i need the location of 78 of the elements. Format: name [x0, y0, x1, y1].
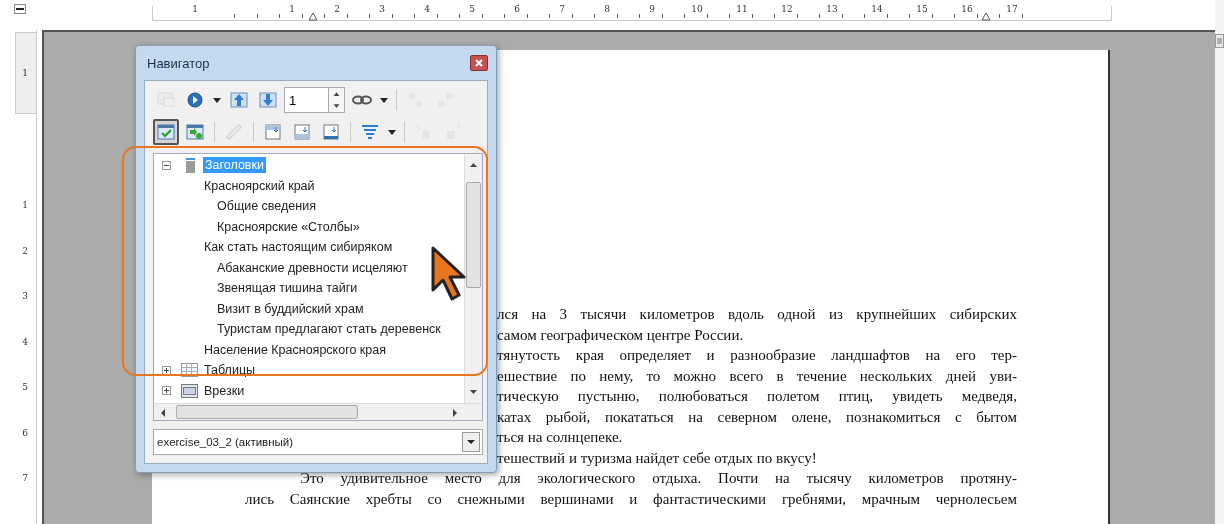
indent-marker-icon[interactable]	[308, 12, 318, 21]
tree-item[interactable]: Как стать настоящим сибиряком	[202, 239, 395, 256]
vertical-scrollbar[interactable]	[464, 154, 482, 403]
collapse-icon[interactable]	[162, 160, 171, 170]
ruler-number: 2	[21, 245, 29, 256]
ruler-number: 6	[21, 427, 29, 438]
footer-page-icon	[292, 122, 312, 142]
expand-icon[interactable]	[162, 365, 171, 375]
scroll-thumb[interactable]	[176, 405, 358, 419]
ruler-number: 12	[781, 4, 793, 14]
navigation-icon	[185, 90, 205, 110]
heading-icon	[186, 157, 195, 173]
document-text-line: тешествий и туризма найдет себе отдых по вкусу!	[497, 449, 818, 468]
caret-icon	[380, 97, 388, 103]
header-page-icon	[263, 122, 283, 142]
document-text-line: тянутость края определяет и разнообразие ландшафтов на его тер-	[497, 347, 1017, 365]
tree-item[interactable]: Население Красноярского края	[202, 341, 388, 358]
tree-item[interactable]: Таблицы	[202, 362, 258, 379]
ruler-number: 9	[649, 4, 655, 14]
ruler-number: 16	[961, 4, 973, 14]
ruler-number: 1	[21, 68, 29, 78]
page-anchor-icon	[321, 122, 341, 142]
ruler-number: 13	[826, 4, 838, 14]
ruler-number: 10	[691, 4, 703, 14]
heading-levels-icon	[360, 122, 380, 142]
caret-icon	[467, 439, 475, 445]
link-icon	[224, 122, 244, 142]
document-text-line: самом географическом центре России.	[497, 326, 745, 345]
indent-marker-icon[interactable]	[981, 12, 991, 21]
tree-item[interactable]: Общие сведения	[215, 198, 318, 215]
ruler-number: 4	[21, 336, 29, 347]
document-text-line: лся на 3 тысячи километров вдоль одной из крупнейших сибирских	[497, 306, 1017, 324]
document-text-line: катах рыбой, покататься на северном олене, познакомиться с бытом	[497, 408, 1017, 427]
ruler-number: 4	[424, 4, 430, 14]
ruler-number: 7	[21, 473, 29, 483]
close-button[interactable]	[470, 55, 488, 71]
ruler-number: 6	[514, 4, 520, 14]
caret-icon	[388, 129, 396, 135]
page-number-field[interactable]: 1	[284, 87, 328, 113]
document-text-line: ться на солнцепеке.	[497, 429, 624, 447]
expand-icon[interactable]	[162, 386, 171, 396]
ruler-number: 1	[192, 4, 198, 14]
ruler-number: 5	[21, 382, 29, 392]
document-text-line: ешествие по нему, то можно всего в течение нескольких дней уви-	[497, 367, 1017, 386]
tree-item[interactable]: Красноярские «Столбы»	[215, 218, 362, 235]
document-dropdown[interactable]: exercise_03_2 (активный)	[153, 429, 483, 455]
ruler-number: 3	[21, 291, 29, 301]
ruler-number: 7	[559, 4, 565, 14]
ruler-number: 1	[21, 200, 29, 210]
tree-item[interactable]: Звенящая тишина тайги	[215, 280, 360, 297]
document-text-line: Это удивительное место для экологического отдыха. Почти на тысячу километров протяну-	[300, 470, 1017, 488]
ruler-toggle-icon[interactable]	[14, 4, 26, 14]
document-text-line: тическую пустыню, полюбоваться полетом птиц, увидеть медведя,	[497, 388, 1017, 406]
document-text-line: лись Саянские хребты со снежными вершинами и фантастическими гребнями, мрачным чернолесьем	[245, 490, 1017, 509]
ruler-number: 8	[604, 4, 610, 14]
ruler-number: 3	[379, 4, 385, 14]
tree-item[interactable]: Врезки	[202, 382, 247, 399]
ruler-number: 15	[916, 4, 928, 14]
ruler-number: 14	[871, 4, 883, 14]
reminder-icon	[185, 122, 205, 142]
ruler-number: 2	[334, 4, 340, 14]
horizontal-scrollbar[interactable]	[154, 403, 482, 420]
ruler-number: 17	[1006, 4, 1018, 14]
scroll-thumb[interactable]	[466, 182, 481, 288]
caret-icon	[213, 97, 221, 103]
checkmark-page-icon	[156, 122, 176, 142]
tree-item[interactable]: Туристам предлагают стать деревенск	[215, 321, 443, 338]
tree-item[interactable]: Абаканские древности исцеляют	[215, 259, 410, 276]
ruler-number: 11	[736, 4, 748, 14]
window-title: Навигатор	[147, 55, 210, 71]
ruler-number: 5	[469, 4, 475, 14]
tree-item[interactable]: Визит в буддийский храм	[215, 300, 366, 317]
scroll-grip-icon[interactable]	[1215, 34, 1224, 48]
tree-item[interactable]: Красноярский край	[202, 177, 317, 194]
ruler-number: 1	[289, 4, 295, 14]
toolbar-button[interactable]	[153, 119, 179, 145]
frame-icon	[181, 383, 198, 398]
close-icon	[474, 58, 484, 68]
